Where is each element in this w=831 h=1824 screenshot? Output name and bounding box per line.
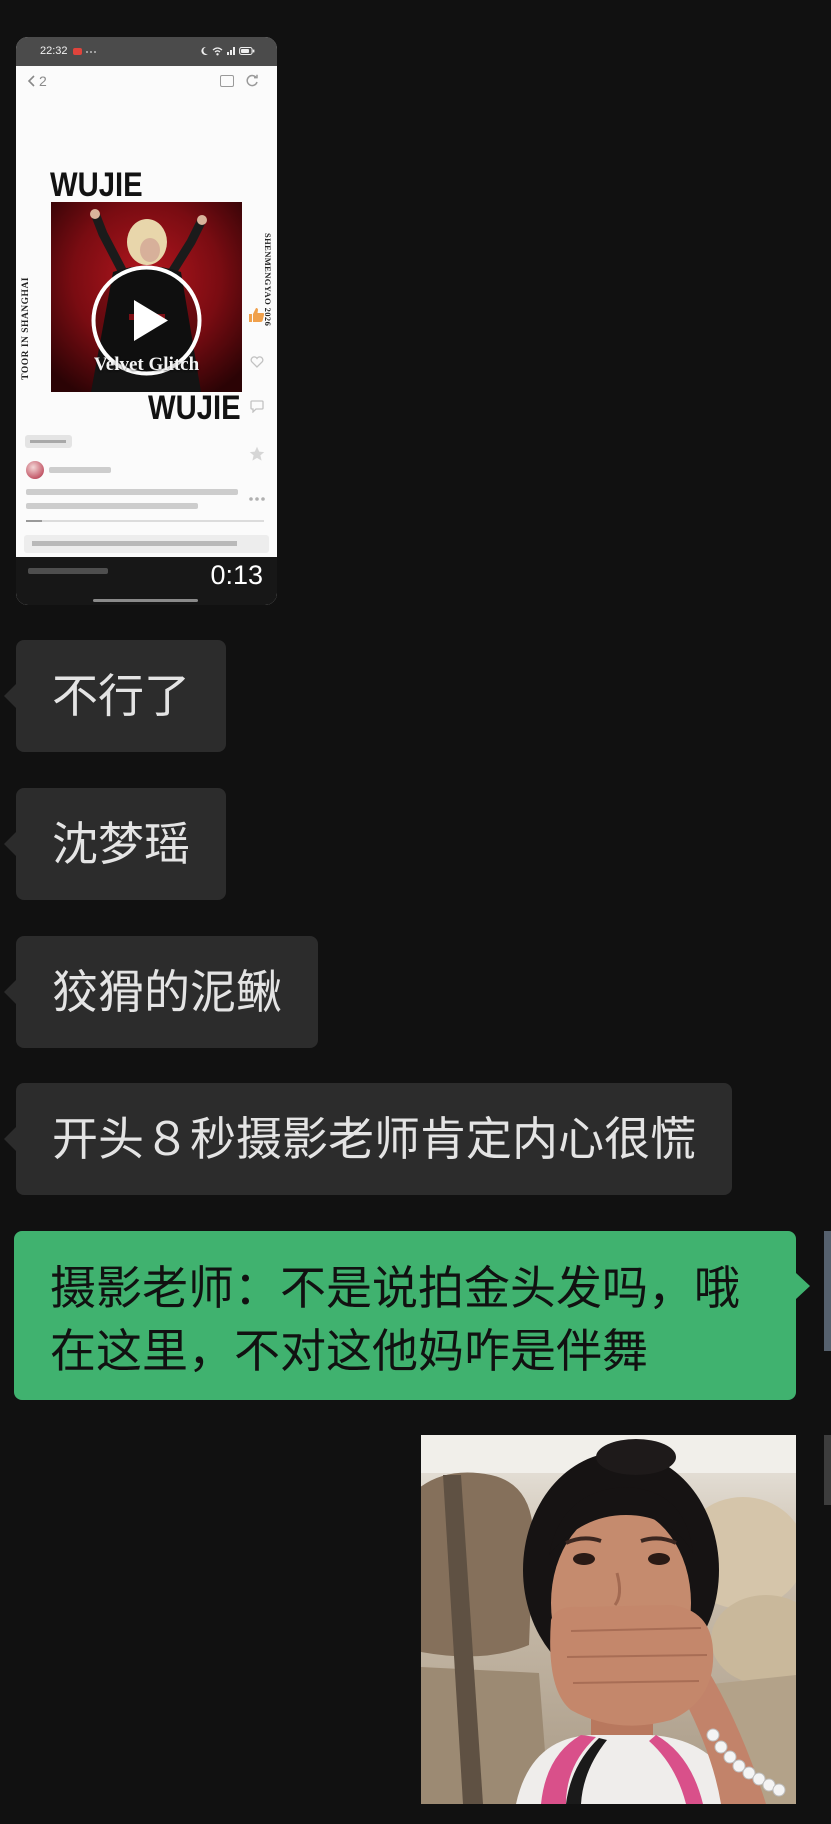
star-icon[interactable]	[249, 446, 265, 462]
avatar-edge	[824, 1231, 831, 1351]
comment-input-blurred[interactable]	[28, 568, 108, 574]
incoming-message-bubble[interactable]: 不行了	[4, 640, 226, 752]
description-line-blurred	[26, 503, 198, 509]
author-name-blurred	[49, 467, 111, 473]
video-bottom-bar: 0:13	[16, 557, 277, 605]
wifi-icon	[212, 47, 223, 56]
video-message[interactable]: 22:32 2 WUJIE Velvet Glitch WUJIE TOOR I…	[16, 37, 277, 605]
incoming-message-bubble[interactable]: 沈梦瑶	[4, 788, 226, 900]
image-message[interactable]	[421, 1435, 796, 1804]
poster-title-top: WUJIE	[50, 166, 143, 204]
description-line-blurred	[26, 489, 238, 495]
video-nav-bar: 2	[16, 66, 277, 96]
incoming-message-bubble[interactable]: 开头８秒摄影老师肯定内心很慌	[4, 1083, 732, 1195]
signal-icon	[227, 47, 235, 55]
author-avatar[interactable]	[26, 461, 44, 479]
message-text: 开头８秒摄影老师肯定内心很慌	[52, 1113, 696, 1165]
moon-icon	[201, 46, 208, 55]
photo-illustration	[421, 1435, 796, 1804]
message-text: 不行了	[52, 670, 190, 722]
message-text: 狡猾的泥鳅	[52, 966, 282, 1018]
avatar-edge	[824, 1435, 831, 1505]
message-text: 沈梦瑶	[52, 818, 190, 870]
status-more-icon	[86, 51, 98, 53]
poster-side-text-left: TOOR IN SHANGHAI	[21, 277, 31, 380]
video-progress-bar[interactable]	[26, 520, 264, 522]
more-icon[interactable]	[249, 497, 265, 501]
video-tag[interactable]	[25, 435, 72, 448]
battery-icon	[239, 46, 255, 56]
video-status-bar: 22:32	[16, 37, 277, 66]
screencast-icon[interactable]	[220, 75, 234, 87]
chat-screen: 22:32 2 WUJIE Velvet Glitch WUJIE TOOR I…	[0, 0, 831, 1824]
home-indicator	[93, 599, 198, 602]
refresh-icon[interactable]	[245, 74, 259, 88]
message-text-line: 摄影老师：不是说拍金头发吗，哦	[50, 1262, 740, 1314]
recording-icon	[73, 48, 82, 55]
outgoing-message-bubble[interactable]: 摄影老师：不是说拍金头发吗，哦 在这里，不对这他妈咋是伴舞	[14, 1231, 810, 1400]
back-chevron-icon[interactable]	[27, 75, 35, 87]
nav-count: 2	[39, 73, 47, 89]
message-text-line: 在这里，不对这他妈咋是伴舞	[50, 1325, 648, 1377]
video-duration: 0:13	[210, 560, 263, 590]
thumbs-up-icon[interactable]	[248, 307, 265, 323]
comment-icon[interactable]	[250, 400, 264, 413]
poster-title-bottom: WUJIE	[148, 389, 241, 427]
comment-preview-bar[interactable]	[24, 535, 269, 553]
heart-icon[interactable]	[250, 356, 264, 368]
poster-caption: Velvet Glitch	[93, 354, 200, 375]
status-time: 22:32	[40, 45, 68, 57]
incoming-message-bubble[interactable]: 狡猾的泥鳅	[4, 936, 318, 1048]
poster-image: Velvet Glitch	[51, 202, 242, 392]
